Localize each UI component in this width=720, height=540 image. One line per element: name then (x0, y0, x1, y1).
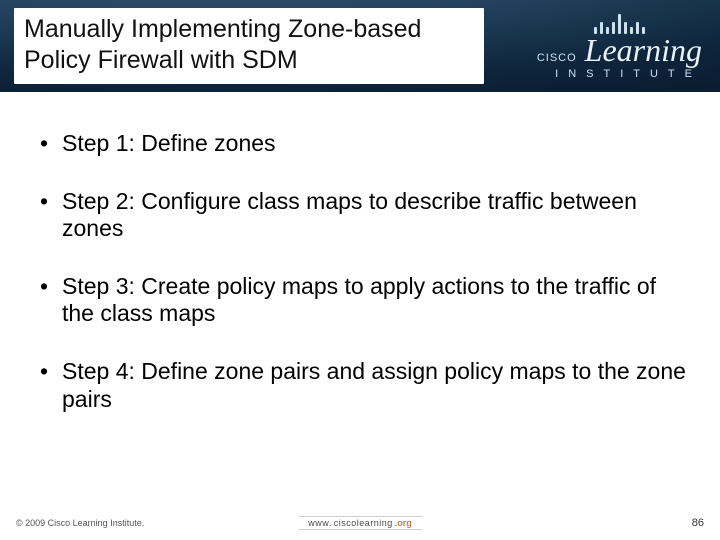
slide-footer: © 2009 Cisco Learning Institute. www.cis… (0, 510, 720, 540)
page-number: 86 (692, 517, 704, 529)
list-item: Step 3: Create policy maps to apply acti… (40, 273, 686, 328)
list-item: Step 1: Define zones (40, 130, 686, 158)
bullet-list: Step 1: Define zones Step 2: Configure c… (40, 130, 686, 413)
footer-copyright: © 2009 Cisco Learning Institute. (16, 518, 144, 528)
footer-url: www.ciscolearning.org (298, 516, 422, 530)
slide-title: Manually Implementing Zone-based Policy … (14, 8, 484, 85)
footer-url-suffix: .org (395, 518, 412, 528)
list-item: Step 4: Define zone pairs and assign pol… (40, 358, 686, 413)
logo: CISCO Learning INSTITUTE (537, 12, 702, 80)
logo-brand-sub: INSTITUTE (555, 68, 702, 80)
slide-content: Step 1: Define zones Step 2: Configure c… (0, 92, 720, 510)
list-item: Step 2: Configure class maps to describe… (40, 188, 686, 243)
footer-url-mid: ciscolearning (334, 518, 393, 528)
footer-url-prefix: www. (308, 518, 332, 528)
slide-header: Manually Implementing Zone-based Policy … (0, 0, 720, 92)
logo-brand-small: CISCO (537, 52, 577, 64)
logo-row: CISCO Learning (537, 38, 702, 64)
slide: Manually Implementing Zone-based Policy … (0, 0, 720, 540)
cisco-bars-icon (594, 12, 645, 34)
logo-brand-big: Learning (585, 38, 702, 64)
